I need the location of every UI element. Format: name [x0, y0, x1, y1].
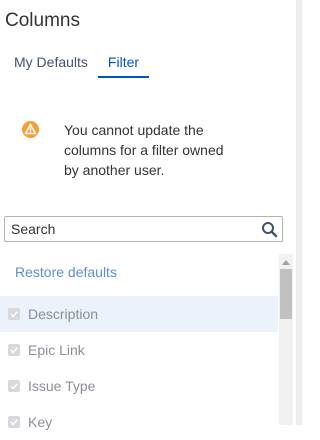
warning-text: You cannot update the columns for a filt… — [64, 122, 224, 178]
list-scrollbar[interactable] — [279, 254, 293, 425]
list-item[interactable]: Issue Type — [0, 368, 278, 404]
warning-message: You cannot update the columns for a filt… — [22, 120, 252, 180]
warning-icon — [22, 121, 39, 138]
checkbox-checked-icon[interactable] — [8, 308, 20, 320]
column-list: Description Epic Link Issue Type Key — [0, 296, 278, 440]
panel-title: Columns — [5, 10, 80, 31]
column-label: Description — [28, 306, 99, 322]
column-label: Key — [28, 414, 53, 430]
restore-defaults-link[interactable]: Restore defaults — [15, 264, 117, 280]
checkbox-checked-icon[interactable] — [8, 380, 20, 392]
checkbox-checked-icon[interactable] — [8, 416, 20, 428]
list-item[interactable]: Description — [0, 296, 278, 332]
column-tabs: My Defaults Filter — [4, 52, 150, 78]
list-item[interactable]: Key — [0, 404, 278, 440]
column-label: Epic Link — [28, 342, 85, 358]
scroll-up-icon[interactable] — [282, 260, 290, 265]
search-icon[interactable] — [261, 221, 278, 238]
column-label: Issue Type — [28, 378, 96, 394]
list-item[interactable]: Epic Link — [0, 332, 278, 368]
checkbox-checked-icon[interactable] — [8, 344, 20, 356]
panel-divider — [296, 0, 302, 425]
tab-my-defaults[interactable]: My Defaults — [4, 52, 98, 78]
search-input[interactable] — [5, 217, 255, 241]
scroll-thumb[interactable] — [280, 269, 292, 319]
tab-filter[interactable]: Filter — [97, 52, 150, 78]
search-box — [4, 216, 283, 242]
